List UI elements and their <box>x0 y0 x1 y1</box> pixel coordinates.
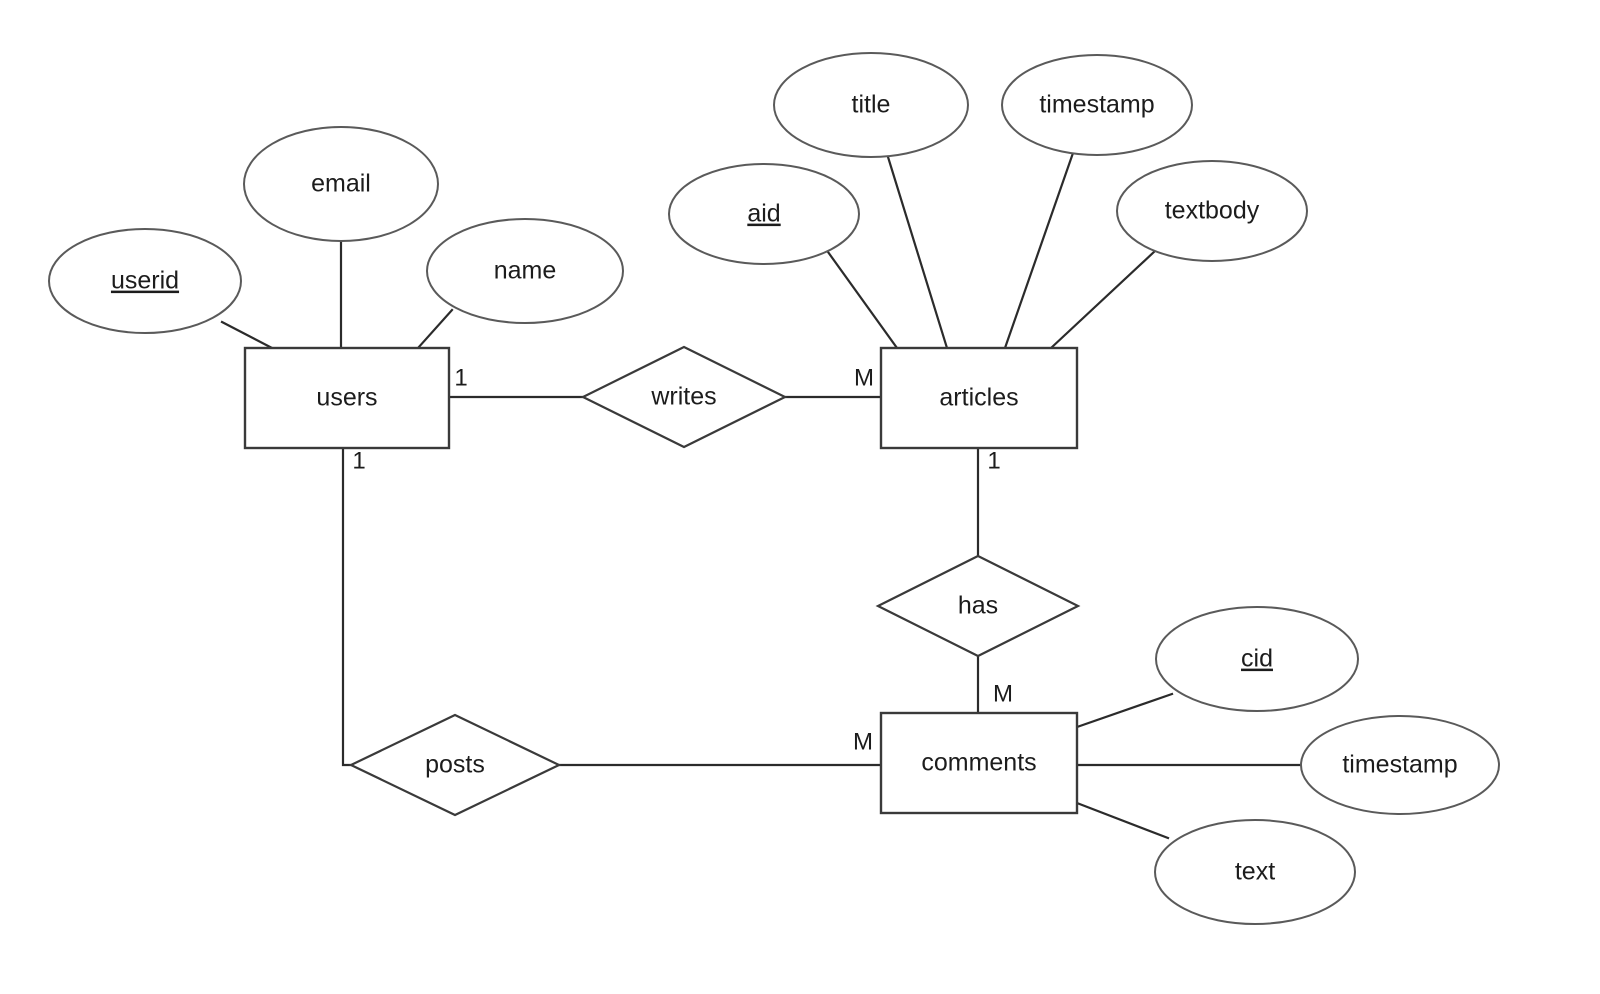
attribute-articles-aid[interactable]: aid <box>668 163 860 265</box>
er-diagram-canvas: userid email name aid title timestamp textbody… <box>0 0 1600 994</box>
entity-label-articles: articles <box>939 384 1018 412</box>
attribute-label-comments-cid: cid <box>1241 645 1273 673</box>
attribute-users-userid[interactable]: userid <box>48 228 242 334</box>
attribute-label-articles-aid: aid <box>747 200 780 228</box>
attribute-label-articles-timestamp: timestamp <box>1039 91 1154 119</box>
attribute-articles-timestamp[interactable]: timestamp <box>1001 54 1193 156</box>
attribute-users-email[interactable]: email <box>243 126 439 242</box>
card-users-posts: 1 <box>352 447 365 474</box>
card-has-comments: M <box>993 680 1013 707</box>
attribute-label-articles-title: title <box>852 91 891 119</box>
attribute-comments-timestamp[interactable]: timestamp <box>1300 715 1500 815</box>
entity-comments[interactable]: comments <box>879 711 1079 815</box>
diagram-background <box>0 0 1600 994</box>
attribute-label-articles-textbody: textbody <box>1165 197 1260 225</box>
attribute-users-name[interactable]: name <box>426 218 624 324</box>
attribute-label-comments-text: text <box>1235 858 1275 886</box>
attribute-comments-text[interactable]: text <box>1154 819 1356 925</box>
attribute-label-users-email: email <box>311 170 371 198</box>
entity-articles[interactable]: articles <box>879 346 1079 450</box>
entity-label-users: users <box>316 384 377 412</box>
card-users-writes: 1 <box>454 364 467 391</box>
attribute-label-comments-timestamp: timestamp <box>1342 751 1457 779</box>
entity-users[interactable]: users <box>243 346 451 450</box>
attribute-comments-cid[interactable]: cid <box>1155 606 1359 712</box>
relationship-label-writes: writes <box>650 383 716 411</box>
card-writes-articles: M <box>854 364 874 391</box>
entity-label-comments: comments <box>921 749 1036 777</box>
attribute-articles-title[interactable]: title <box>773 52 969 158</box>
card-posts-comments: M <box>853 728 873 755</box>
relationship-label-posts: posts <box>425 751 485 779</box>
attribute-label-users-name: name <box>494 257 557 285</box>
relationship-label-has: has <box>958 592 998 620</box>
attribute-label-users-userid: userid <box>111 267 179 295</box>
attribute-articles-textbody[interactable]: textbody <box>1116 160 1308 262</box>
card-articles-has: 1 <box>987 447 1000 474</box>
